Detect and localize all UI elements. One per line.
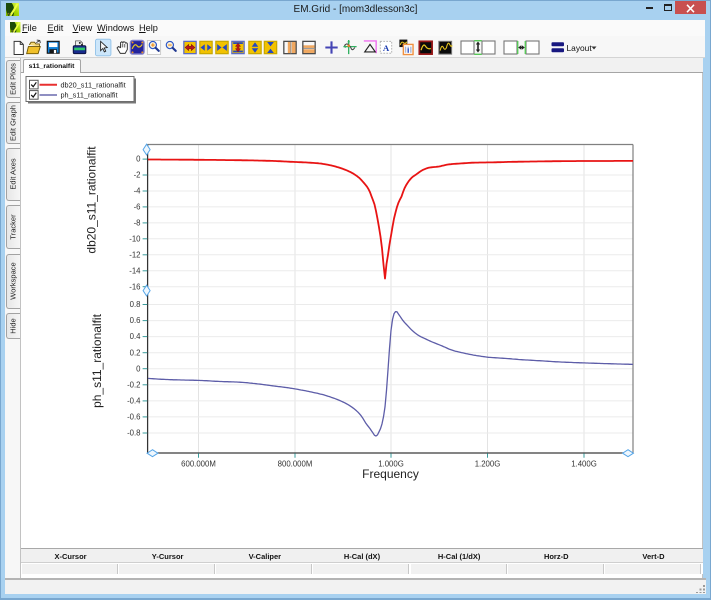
svg-text:-6: -6: [134, 203, 141, 212]
svg-text:1.200G: 1.200G: [475, 460, 501, 469]
svg-text:-0.2: -0.2: [127, 380, 140, 389]
svg-text:600.000M: 600.000M: [181, 460, 216, 469]
svg-text:0.8: 0.8: [130, 300, 141, 309]
svg-text:ph_s11_rationalfit: ph_s11_rationalfit: [61, 91, 118, 100]
svg-text:800.000M: 800.000M: [278, 460, 313, 469]
svg-text:0.2: 0.2: [130, 348, 141, 357]
svg-text:-0.8: -0.8: [127, 429, 140, 438]
svg-text:db20_s11_rationalfit: db20_s11_rationalfit: [85, 146, 99, 254]
svg-text:db20_s11_rationalfit: db20_s11_rationalfit: [61, 80, 126, 89]
svg-text:-2: -2: [134, 171, 141, 180]
svg-text:1.400G: 1.400G: [571, 460, 597, 469]
svg-text:-16: -16: [129, 282, 140, 291]
svg-text:-12: -12: [129, 250, 140, 259]
svg-text:-0.6: -0.6: [127, 413, 140, 422]
svg-text:0.6: 0.6: [130, 316, 141, 325]
svg-text:Frequency: Frequency: [362, 467, 419, 481]
svg-text:-8: -8: [134, 219, 141, 228]
svg-text:-0.4: -0.4: [127, 397, 141, 406]
svg-text:0.4: 0.4: [130, 332, 142, 341]
svg-text:0: 0: [136, 364, 141, 373]
svg-text:-4: -4: [134, 187, 142, 196]
svg-text:0: 0: [136, 155, 141, 164]
svg-text:-14: -14: [129, 266, 141, 275]
svg-text:-10: -10: [129, 234, 141, 243]
svg-text:ph_s11_rationalfit: ph_s11_rationalfit: [90, 313, 104, 408]
